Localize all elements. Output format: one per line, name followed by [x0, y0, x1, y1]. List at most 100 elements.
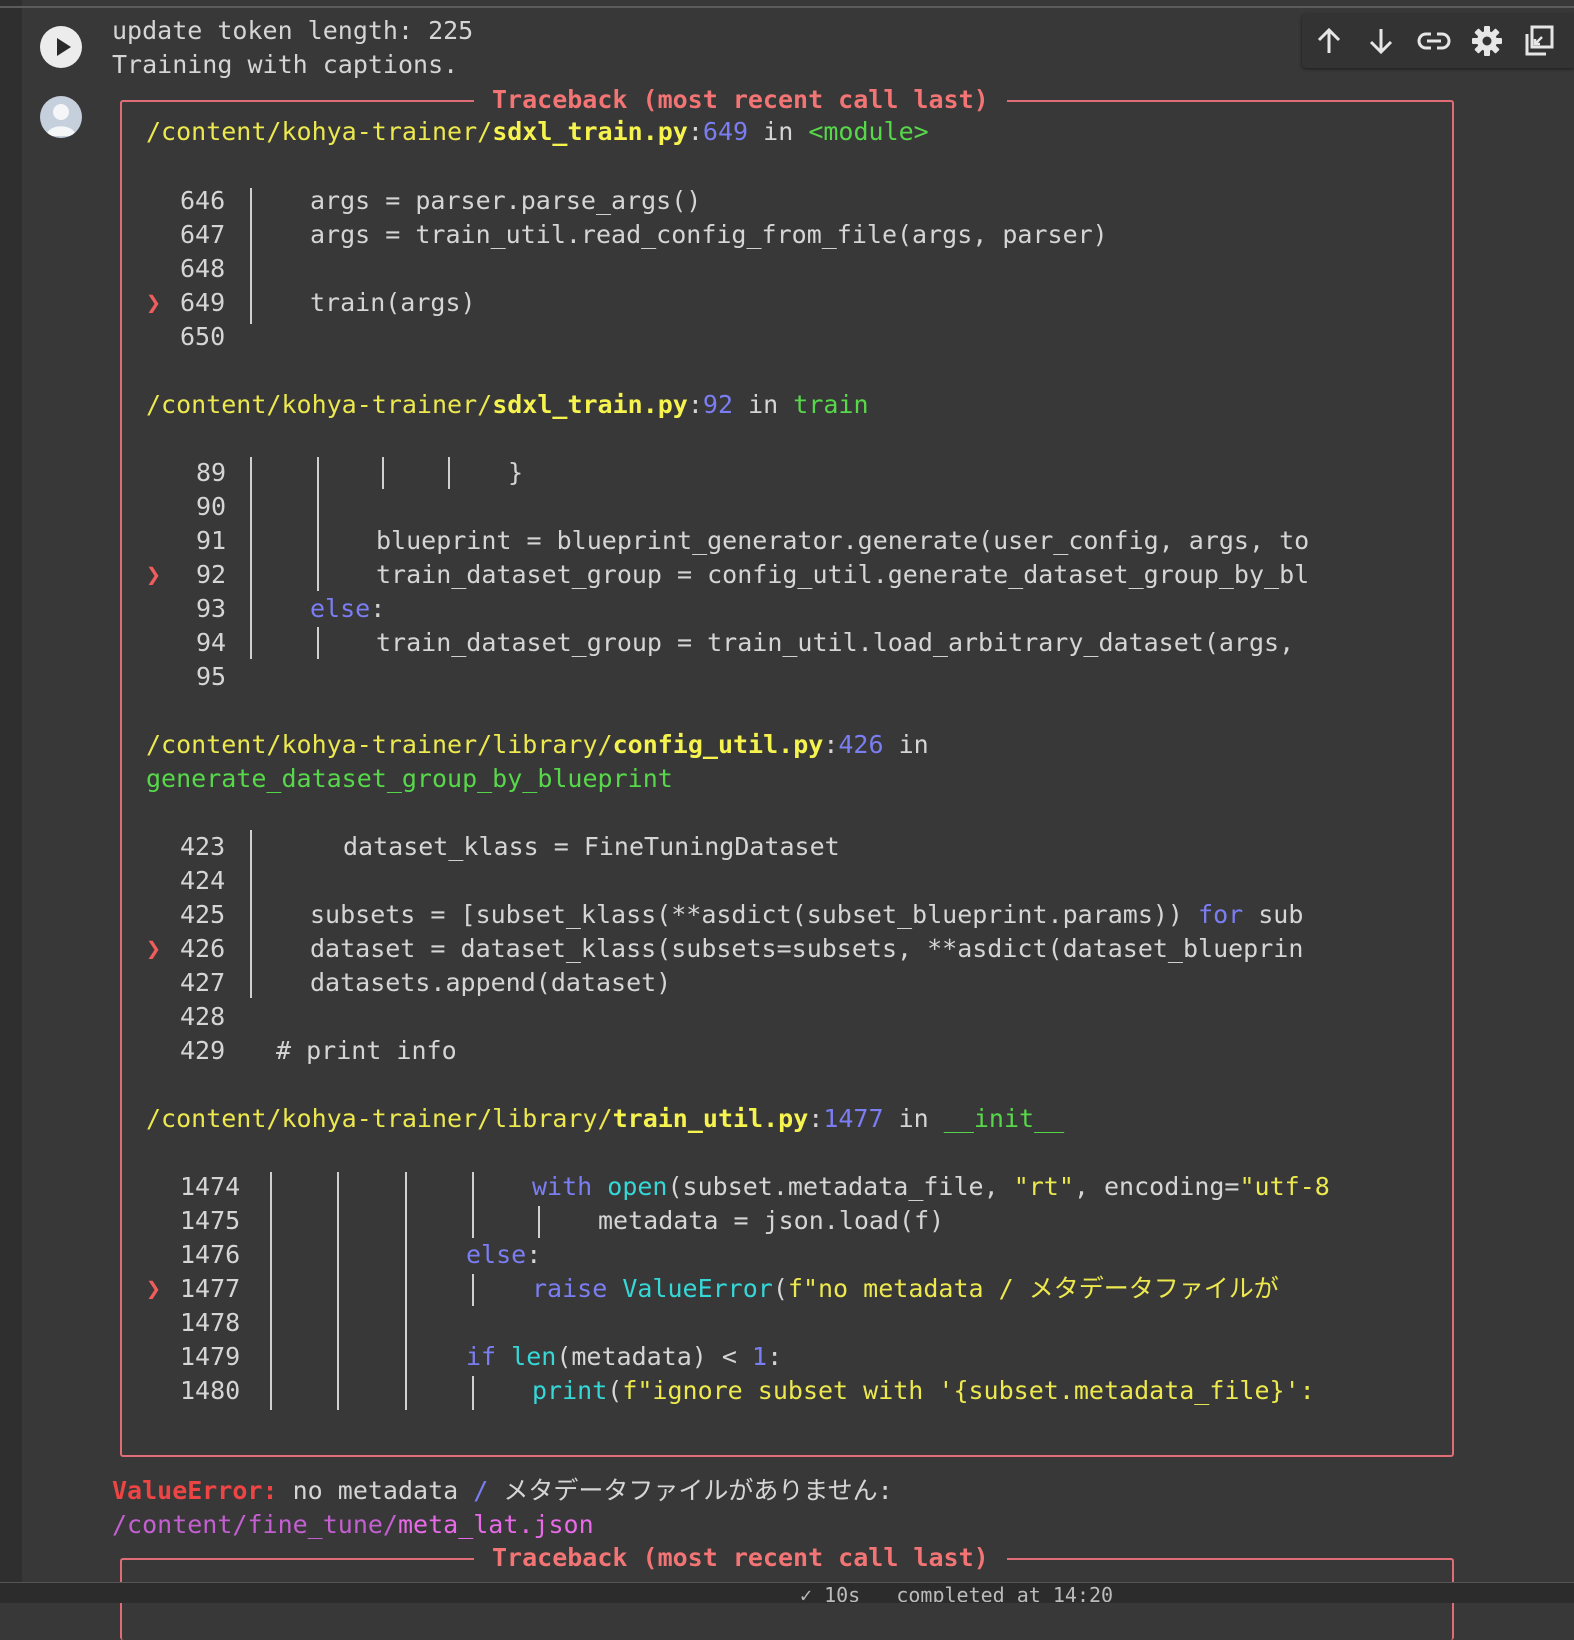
cell-gutter [0, 0, 22, 1602]
traceback-title: Traceback (most recent call last) [474, 82, 1007, 118]
code-line: train_dataset_group = config_util.genera… [376, 560, 1310, 589]
code-line: } [508, 458, 524, 487]
code-line: train(args) [310, 288, 476, 317]
line-number: 428 [180, 1002, 226, 1031]
frame-in: in [898, 730, 929, 759]
code-line: subsets = [subset_klass(**asdict(subset_… [310, 900, 1304, 929]
line-number: 92 [196, 560, 227, 589]
line-number: 90 [196, 492, 227, 521]
frame-func: <module> [808, 117, 929, 146]
mirror-cell-button[interactable] [1520, 22, 1558, 60]
indent-guide [382, 457, 384, 489]
code-line: if len(metadata) < 1: [466, 1342, 783, 1371]
code-line: else: [310, 594, 386, 623]
code-line: args = train_util.read_config_from_file(… [310, 220, 1108, 249]
user-icon [46, 104, 76, 136]
line-number: 429 [180, 1036, 226, 1065]
cell-top-divider [0, 6, 1574, 8]
frame-in: in [763, 117, 794, 146]
error-message: ValueError: no metadata / メタデータファイルがありませ… [112, 1476, 893, 1505]
line-number: 1479 [180, 1342, 241, 1371]
frame-func: train [793, 390, 869, 419]
frame-header: /content/kohya-trainer/library/config_ut… [146, 730, 929, 759]
frame-header: /content/kohya-trainer/sdxl_train.py:92 … [146, 390, 869, 419]
frame-func: generate_dataset_group_by_blueprint [146, 764, 673, 793]
current-line-marker: ❯ [146, 1274, 162, 1303]
play-icon [57, 38, 71, 56]
frame-lineno: 92 [702, 390, 734, 419]
line-number: 646 [180, 186, 226, 215]
line-number: 1480 [180, 1376, 241, 1405]
code-line: datasets.append(dataset) [310, 968, 672, 997]
cell-toolbar [1302, 14, 1574, 68]
line-number: 89 [196, 458, 227, 487]
indent-guide [250, 830, 252, 998]
move-cell-up-button[interactable] [1310, 22, 1348, 60]
indent-guide [405, 1172, 407, 1410]
cell-settings-button[interactable] [1468, 22, 1506, 60]
frame-path[interactable]: /content/kohya-trainer/sdxl_train.py [146, 390, 688, 419]
code-line: dataset_klass = FineTuningDataset [343, 832, 840, 861]
code-line: train_dataset_group = train_util.load_ar… [376, 628, 1295, 657]
move-cell-down-button[interactable] [1362, 22, 1400, 60]
line-number: 1475 [180, 1206, 241, 1235]
indent-guide [317, 627, 319, 659]
line-number: 649 [180, 288, 226, 317]
error-path[interactable]: /content/fine_tune/meta_lat.json [112, 1508, 594, 1542]
line-number: 94 [196, 628, 227, 657]
code-line: dataset = dataset_klass(subsets=subsets,… [310, 934, 1304, 963]
output-line: Training with captions. [112, 50, 459, 79]
frame-path[interactable]: /content/kohya-trainer/library/train_uti… [146, 1104, 808, 1133]
code-line: blueprint = blueprint_generator.generate… [376, 526, 1310, 555]
frame-path[interactable]: /content/kohya-trainer/sdxl_train.py [146, 117, 688, 146]
frame-lineno: 426 [838, 730, 884, 759]
frame-header: /content/kohya-trainer/library/train_uti… [146, 1104, 1065, 1133]
mirror-tab-icon [1525, 25, 1554, 56]
line-number: 426 [180, 934, 226, 963]
status-text: ✓ 10s completed at 14:20 [800, 1585, 1114, 1602]
line-number: 1478 [180, 1308, 241, 1337]
line-number: 93 [196, 594, 227, 623]
code-line: # print info [276, 1036, 457, 1065]
frame-func: __init__ [943, 1104, 1065, 1133]
frame-in: in [748, 390, 779, 419]
status-bar [0, 1582, 1574, 1603]
frame-lineno: 649 [702, 117, 749, 146]
indent-guide [472, 1172, 474, 1238]
frame-path[interactable]: /content/kohya-trainer/library/config_ut… [146, 730, 823, 759]
line-number: 647 [180, 220, 226, 249]
indent-guide [472, 1274, 474, 1306]
avatar [40, 96, 82, 138]
line-number: 1474 [180, 1172, 241, 1201]
code-line: with open(subset.metadata_file, "rt", en… [532, 1172, 1330, 1201]
frame-lineno: 1477 [823, 1104, 884, 1133]
indent-guide [317, 457, 319, 591]
line-number: 427 [180, 968, 226, 997]
indent-guide [538, 1206, 540, 1238]
indent-guide [337, 1172, 339, 1410]
frame-in: in [898, 1104, 929, 1133]
current-line-marker: ❯ [146, 560, 162, 589]
traceback-title: Traceback (most recent call last) [474, 1540, 1007, 1576]
line-number: 423 [180, 832, 226, 861]
code-line: args = parser.parse_args() [310, 186, 702, 215]
indent-guide [270, 1172, 272, 1410]
line-number: 1477 [180, 1274, 241, 1303]
arrow-down-icon [1369, 29, 1393, 55]
code-line: metadata = json.load(f) [598, 1206, 945, 1235]
line-number: 425 [180, 900, 226, 929]
line-number: 648 [180, 254, 226, 283]
link-icon [1417, 32, 1451, 50]
indent-guide [250, 188, 252, 324]
indent-guide [472, 1376, 474, 1410]
indent-guide [448, 457, 450, 489]
line-number: 91 [196, 526, 227, 555]
copy-link-button[interactable] [1415, 22, 1453, 60]
current-line-marker: ❯ [146, 288, 162, 317]
line-number: 650 [180, 322, 226, 351]
output-line: update token length: 225 [112, 16, 474, 45]
run-cell-button[interactable] [40, 26, 82, 68]
line-number: 95 [196, 662, 227, 691]
indent-guide [250, 457, 252, 659]
current-line-marker: ❯ [146, 934, 162, 963]
